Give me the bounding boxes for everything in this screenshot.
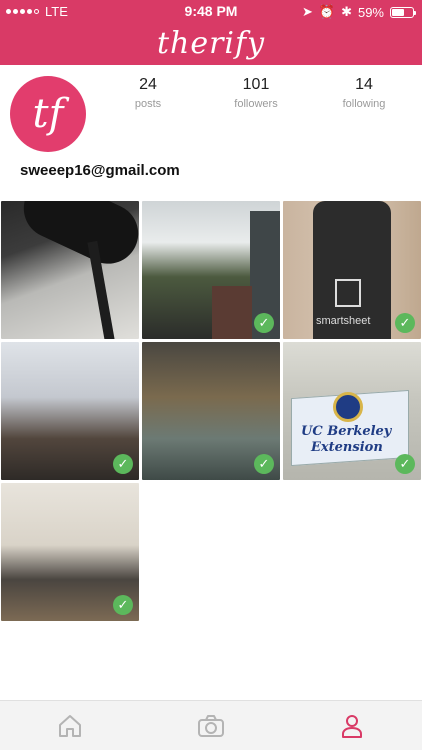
alarm-icon: ⏰ — [318, 4, 336, 19]
profile-avatar[interactable]: tf — [10, 76, 86, 152]
stat-label: following — [342, 98, 386, 110]
tab-profile[interactable] — [282, 701, 422, 750]
check-icon: ✓ — [113, 595, 133, 615]
photo-tile[interactable]: ✓ — [1, 342, 139, 480]
stat-posts[interactable]: 24 posts — [96, 76, 200, 110]
location-icon: ➤ — [301, 4, 313, 19]
battery-percent: 59% — [357, 4, 384, 20]
photo-tile[interactable]: ✓ — [142, 342, 280, 480]
photo-tile[interactable]: ✓ — [1, 483, 139, 621]
stat-label: posts — [134, 98, 162, 110]
app-logo: therify — [156, 26, 266, 61]
profile-email: sweeep16@gmail.com — [20, 162, 180, 179]
photo-tile[interactable]: ✓ — [142, 201, 280, 339]
photo-tile[interactable]: UC Berkeley Extension ✓ — [283, 342, 421, 480]
photo-tile[interactable]: smartsheet ✓ — [283, 201, 421, 339]
stat-followers[interactable]: 101 followers — [204, 76, 308, 110]
home-icon — [59, 715, 81, 737]
tab-camera[interactable] — [141, 701, 281, 750]
check-icon: ✓ — [254, 313, 274, 333]
profile-stats: 24 posts 101 followers 14 following — [96, 76, 422, 110]
check-icon: ✓ — [113, 454, 133, 474]
stat-following[interactable]: 14 following — [312, 76, 416, 110]
photo-tile[interactable] — [1, 201, 139, 339]
sign-line-1: UC Berkeley — [301, 424, 392, 439]
check-icon: ✓ — [254, 454, 274, 474]
bluetooth-icon: ✱ — [341, 4, 352, 19]
check-icon: ✓ — [395, 313, 415, 333]
seal-icon — [333, 392, 363, 422]
stat-value: 24 — [139, 76, 157, 93]
stat-value: 101 — [242, 76, 270, 93]
stat-label: followers — [234, 98, 278, 110]
app-header: therify — [0, 22, 422, 65]
battery-icon — [390, 6, 416, 18]
avatar-initials: tf — [32, 91, 64, 137]
status-bar: LTE 9:48 PM ➤ ⏰ ✱ 59% — [0, 0, 422, 22]
tab-home[interactable] — [0, 701, 140, 750]
bottle-label: smartsheet — [316, 315, 371, 327]
sign-line-2: Extension — [311, 440, 383, 455]
profile-icon — [342, 715, 362, 738]
tab-bar — [0, 700, 422, 750]
check-icon: ✓ — [395, 454, 415, 474]
camera-icon — [198, 715, 224, 737]
stat-value: 14 — [355, 76, 373, 93]
